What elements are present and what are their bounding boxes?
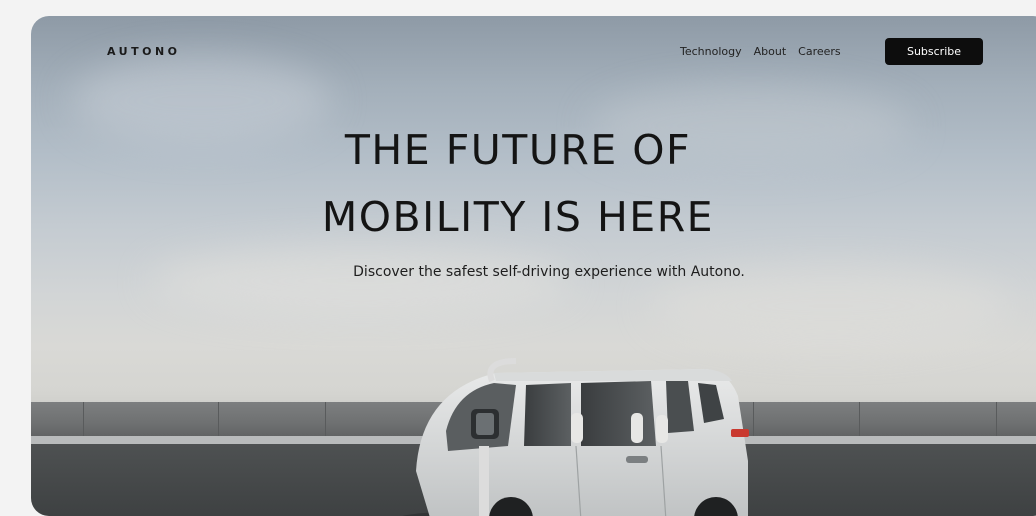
hero-subtext: Discover the safest self-driving experie… xyxy=(353,264,745,280)
nav-link-technology[interactable]: Technology xyxy=(680,45,742,58)
hero-headline-line-1: THE FUTURE OF xyxy=(344,126,692,174)
brand-logo[interactable]: AUTONO xyxy=(107,45,181,58)
nav-link-careers[interactable]: Careers xyxy=(798,45,841,58)
main-nav: Technology About Careers xyxy=(680,45,841,58)
sky-cloud xyxy=(151,246,571,316)
autonomous-car-image xyxy=(402,358,750,516)
hero-section: AUTONO Technology About Careers Subscrib… xyxy=(31,16,1036,516)
subscribe-button[interactable]: Subscribe xyxy=(885,38,983,65)
hero-headline-line-2: MOBILITY IS HERE xyxy=(321,193,715,241)
nav-link-about[interactable]: About xyxy=(754,45,787,58)
